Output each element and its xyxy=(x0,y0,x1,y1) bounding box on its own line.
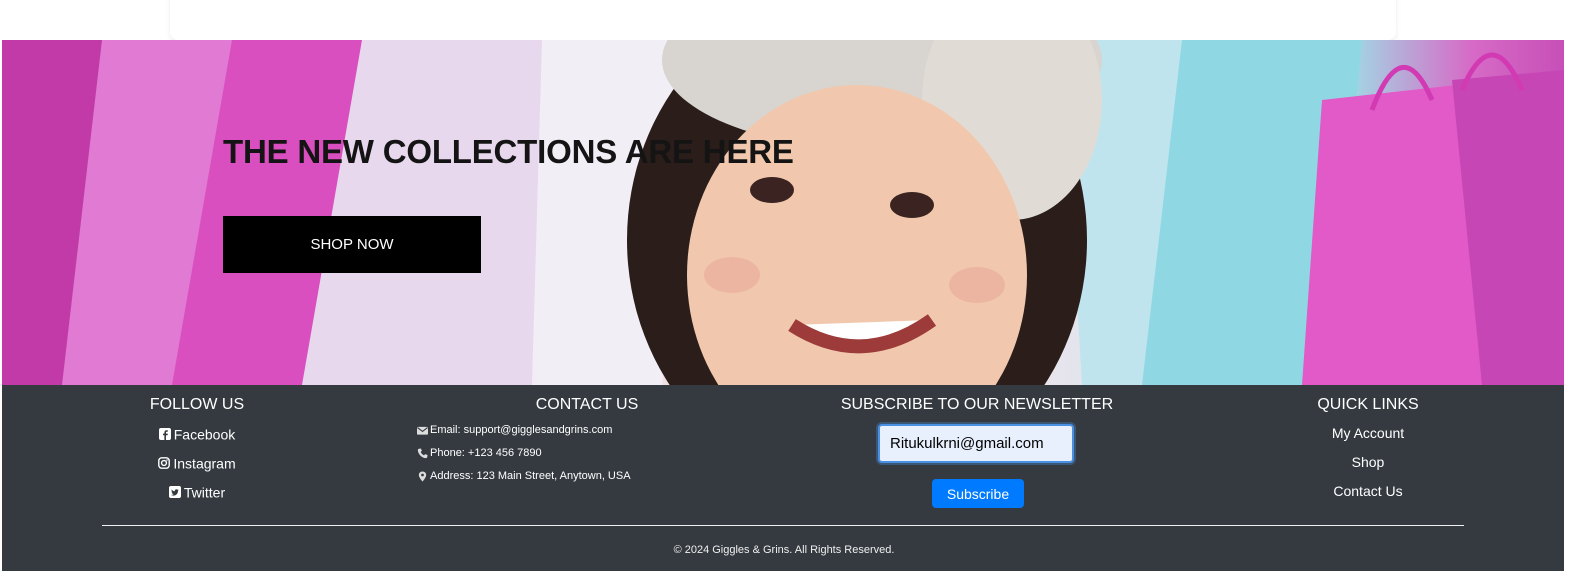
contact-us-link[interactable]: Contact Us xyxy=(1268,482,1468,511)
instagram-label: Instagram xyxy=(173,455,236,472)
twitter-icon xyxy=(168,486,181,499)
shop-now-button[interactable]: SHOP NOW xyxy=(223,216,481,273)
quick-links-section: QUICK LINKS My Account Shop Contact Us xyxy=(1268,385,1468,511)
twitter-link[interactable]: Twitter xyxy=(97,482,297,511)
facebook-icon xyxy=(158,428,171,441)
instagram-icon xyxy=(158,457,171,470)
facebook-label: Facebook xyxy=(173,426,236,443)
page-edge xyxy=(1564,40,1584,581)
newsletter-section: SUBSCRIBE TO OUR NEWSLETTER xyxy=(827,385,1127,416)
hero-banner: THE NEW COLLECTIONS ARE HERE SHOP NOW xyxy=(2,40,1564,385)
instagram-link[interactable]: Instagram xyxy=(97,453,297,482)
map-marker-icon xyxy=(418,471,427,482)
contact-us-section: CONTACT US Email: support@gigglesandgrin… xyxy=(407,385,767,491)
contact-phone: Phone: +123 456 7890 xyxy=(417,445,767,468)
contact-email-text: Email: support@gigglesandgrins.com xyxy=(430,424,613,436)
contact-phone-text: Phone: +123 456 7890 xyxy=(430,447,542,459)
twitter-label: Twitter xyxy=(183,484,226,501)
newsletter-email-input[interactable] xyxy=(878,424,1074,463)
copyright-text: © 2024 Giggles & Grins. All Rights Reser… xyxy=(673,544,895,556)
envelope-icon xyxy=(417,426,428,435)
top-card xyxy=(170,0,1396,40)
contact-address-text: Address: 123 Main Street, Anytown, USA xyxy=(430,470,631,482)
follow-us-heading: FOLLOW US xyxy=(149,396,245,413)
site-footer: FOLLOW US Facebook Instagram Twitter CON… xyxy=(2,385,1564,571)
my-account-link[interactable]: My Account xyxy=(1268,424,1468,453)
hero-title: THE NEW COLLECTIONS ARE HERE xyxy=(223,133,794,170)
follow-us-section: FOLLOW US Facebook Instagram Twitter xyxy=(97,385,297,511)
subscribe-button[interactable]: Subscribe xyxy=(932,479,1024,508)
footer-divider xyxy=(102,525,1464,526)
hero-image xyxy=(2,40,1564,385)
contact-address: Address: 123 Main Street, Anytown, USA xyxy=(417,468,767,491)
quick-links-heading: QUICK LINKS xyxy=(1317,396,1419,413)
shop-link[interactable]: Shop xyxy=(1268,453,1468,482)
contact-us-heading: CONTACT US xyxy=(535,396,639,413)
facebook-link[interactable]: Facebook xyxy=(97,424,297,453)
newsletter-heading: SUBSCRIBE TO OUR NEWSLETTER xyxy=(840,396,1114,413)
contact-email: Email: support@gigglesandgrins.com xyxy=(417,422,767,445)
phone-icon xyxy=(417,448,428,458)
